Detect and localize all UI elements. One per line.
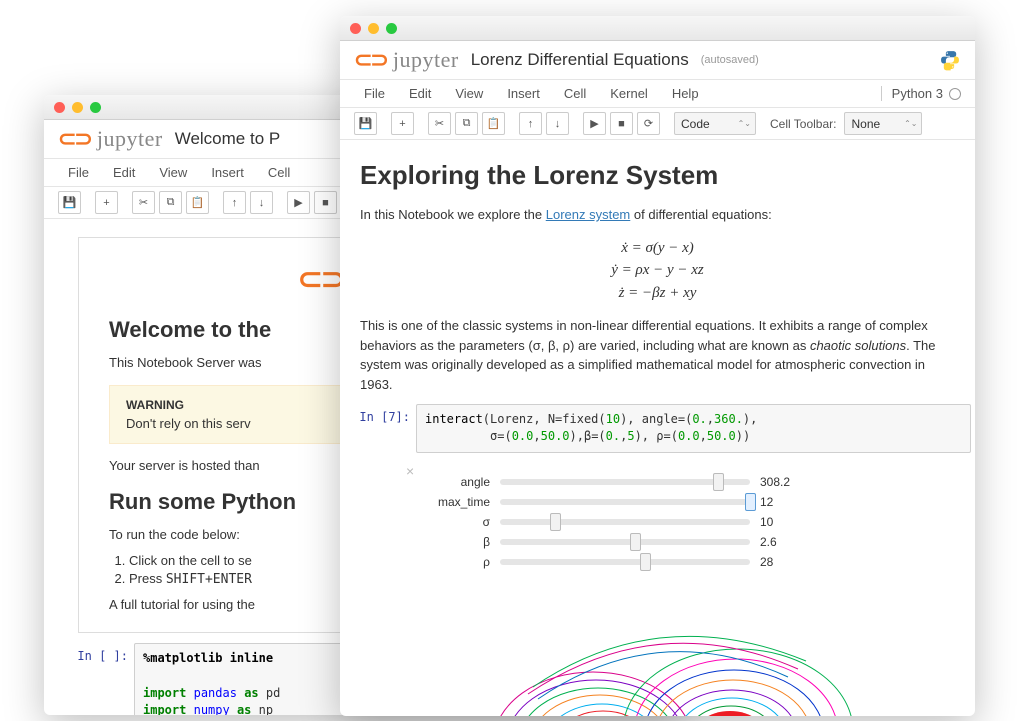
- menu-kernel[interactable]: Kernel: [600, 83, 658, 104]
- notebook-title[interactable]: Lorenz Differential Equations: [471, 50, 689, 70]
- equation-block: ẋ = σ(y − x) ẏ = ρx − y − xz ż = −βz + x…: [360, 237, 955, 305]
- input-prompt: In [ ]:: [62, 643, 128, 715]
- run-button[interactable]: ▶: [287, 191, 310, 214]
- python-icon: [939, 49, 961, 71]
- paste-button[interactable]: 📋: [186, 191, 209, 214]
- slider-angle: angle 308.2: [430, 475, 955, 489]
- slider-track[interactable]: [500, 479, 750, 485]
- menu-cell[interactable]: Cell: [258, 162, 300, 183]
- slider-thumb[interactable]: [713, 473, 724, 491]
- jupyter-logo[interactable]: ⊂⊃ jupyter: [58, 126, 163, 152]
- copy-button[interactable]: ⧉: [159, 191, 182, 214]
- minimize-icon[interactable]: [72, 102, 83, 113]
- maximize-icon[interactable]: [90, 102, 101, 113]
- menu-file[interactable]: File: [354, 83, 395, 104]
- restart-button[interactable]: ⟳: [637, 112, 660, 135]
- slider-track[interactable]: [500, 559, 750, 565]
- slider-maxtime: max_time 12: [430, 495, 955, 509]
- intro-paragraph: In this Notebook we explore the Lorenz s…: [360, 205, 955, 225]
- autosave-status: (autosaved): [701, 54, 759, 66]
- notebook-title[interactable]: Welcome to P: [175, 129, 281, 149]
- input-prompt: In [7]:: [344, 404, 410, 453]
- jupyter-logo[interactable]: ⊂⊃ jupyter: [354, 47, 459, 73]
- add-cell-button[interactable]: +: [391, 112, 414, 135]
- celltype-select[interactable]: Code: [674, 112, 756, 135]
- move-up-button[interactable]: ↑: [519, 112, 542, 135]
- menu-edit[interactable]: Edit: [399, 83, 441, 104]
- kernel-indicator: Python 3: [881, 86, 961, 101]
- move-down-button[interactable]: ↓: [546, 112, 569, 135]
- slider-thumb[interactable]: [550, 513, 561, 531]
- menu-view[interactable]: View: [149, 162, 197, 183]
- move-down-button[interactable]: ↓: [250, 191, 273, 214]
- close-icon[interactable]: [350, 23, 361, 34]
- description-paragraph: This is one of the classic systems in no…: [360, 316, 955, 394]
- minimize-icon[interactable]: [368, 23, 379, 34]
- cut-button[interactable]: ✂: [132, 191, 155, 214]
- menu-cell[interactable]: Cell: [554, 83, 596, 104]
- slider-rho: ρ 28: [430, 555, 955, 569]
- move-up-button[interactable]: ↑: [223, 191, 246, 214]
- window-titlebar[interactable]: [340, 16, 975, 41]
- cut-button[interactable]: ✂: [428, 112, 451, 135]
- menubar: File Edit View Insert Cell Kernel Help P…: [340, 80, 975, 108]
- code-cell[interactable]: In [7]: interact(Lorenz, N=fixed(10), an…: [344, 404, 971, 453]
- save-button[interactable]: 💾: [58, 191, 81, 214]
- jupyter-icon: ⊂⊃: [354, 47, 387, 73]
- copy-button[interactable]: ⧉: [455, 112, 478, 135]
- slider-thumb[interactable]: [640, 553, 651, 571]
- menu-edit[interactable]: Edit: [103, 162, 145, 183]
- jupyter-icon: ⊂⊃: [58, 126, 91, 152]
- slider-sigma: σ 10: [430, 515, 955, 529]
- menu-insert[interactable]: Insert: [497, 83, 550, 104]
- kernel-status-icon: [949, 88, 961, 100]
- cell-toolbar-label: Cell Toolbar:: [770, 117, 836, 131]
- code-input[interactable]: interact(Lorenz, N=fixed(10), angle=(0.,…: [416, 404, 971, 453]
- paste-button[interactable]: 📋: [482, 112, 505, 135]
- menu-insert[interactable]: Insert: [201, 162, 254, 183]
- close-icon[interactable]: [54, 102, 65, 113]
- slider-track[interactable]: [500, 539, 750, 545]
- add-cell-button[interactable]: +: [95, 191, 118, 214]
- slider-track[interactable]: [500, 499, 750, 505]
- maximize-icon[interactable]: [386, 23, 397, 34]
- slider-track[interactable]: [500, 519, 750, 525]
- slider-thumb[interactable]: [745, 493, 756, 511]
- widget-panel: × angle 308.2 max_time 12 σ 10 β 2.6: [430, 463, 955, 581]
- notebook-heading: Exploring the Lorenz System: [360, 160, 955, 191]
- cell-toolbar-select[interactable]: None: [844, 112, 922, 135]
- close-widget-icon[interactable]: ×: [406, 463, 414, 479]
- slider-beta: β 2.6: [430, 535, 955, 549]
- lorenz-link[interactable]: Lorenz system: [546, 207, 631, 222]
- menu-file[interactable]: File: [58, 162, 99, 183]
- menu-help[interactable]: Help: [662, 83, 709, 104]
- toolbar: 💾 + ✂ ⧉ 📋 ↑ ↓ ▶ ■ ⟳ Code Cell Toolbar: N…: [340, 108, 975, 140]
- run-button[interactable]: ▶: [583, 112, 606, 135]
- lorenz-attractor-plot: [418, 599, 898, 716]
- slider-thumb[interactable]: [630, 533, 641, 551]
- menu-view[interactable]: View: [445, 83, 493, 104]
- stop-button[interactable]: ■: [314, 191, 337, 214]
- stop-button[interactable]: ■: [610, 112, 633, 135]
- save-button[interactable]: 💾: [354, 112, 377, 135]
